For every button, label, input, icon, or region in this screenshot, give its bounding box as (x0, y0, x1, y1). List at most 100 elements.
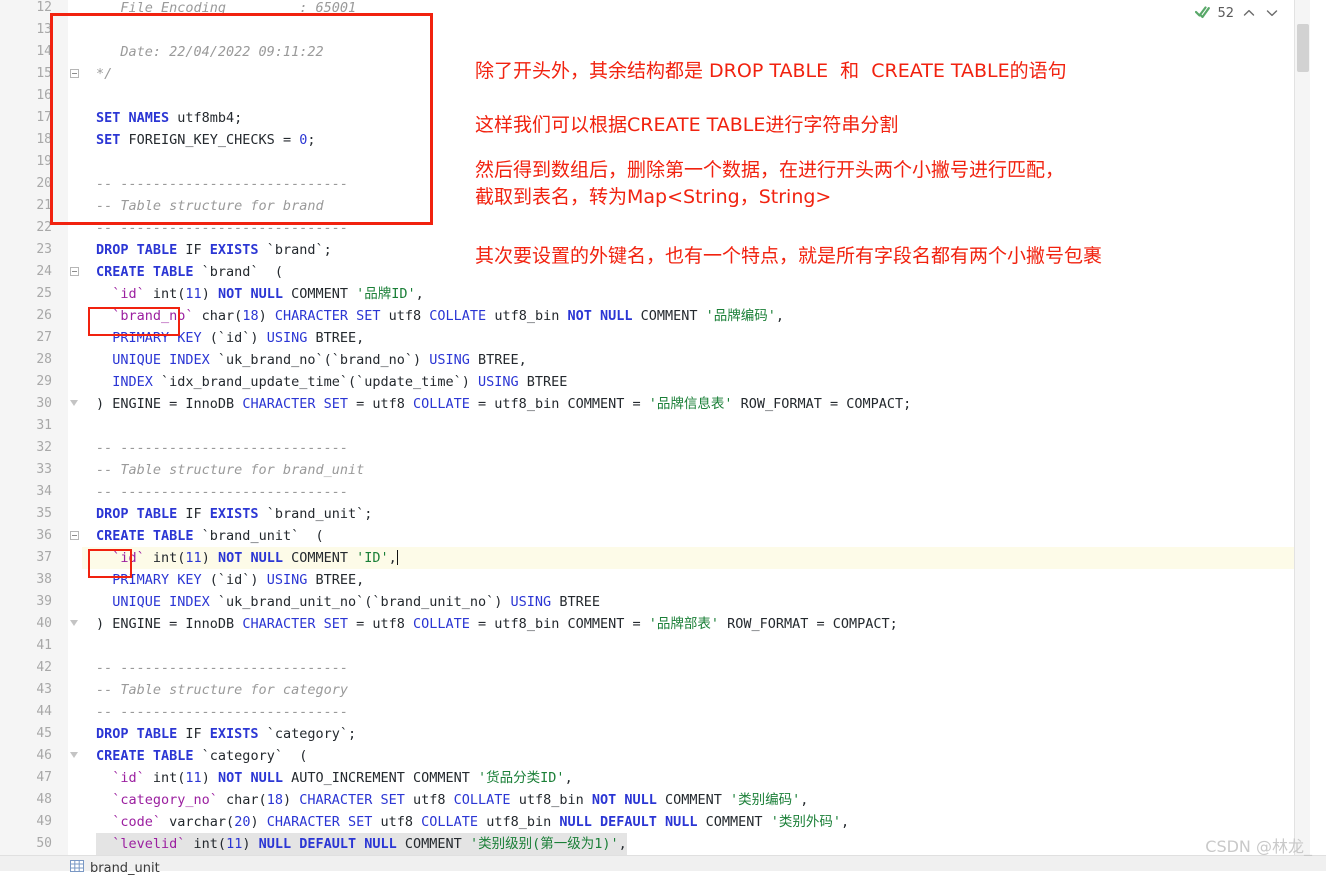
code-token: CREATE TABLE (96, 264, 202, 280)
line-number: 12 (36, 0, 52, 15)
code-token: `category_no` (96, 792, 227, 808)
code-token: USING (266, 330, 316, 346)
code-line[interactable]: UNIQUE INDEX `uk_brand_no`(`brand_no`) U… (82, 349, 1310, 371)
code-line[interactable]: File Encoding : 65001 (82, 0, 1310, 19)
code-line[interactable]: -- ---------------------------- (82, 481, 1310, 503)
code-token: NOT NULL (591, 792, 665, 808)
line-number: 38 (36, 572, 52, 587)
code-token: DROP TABLE (96, 242, 186, 258)
code-token: , (618, 836, 627, 852)
code-line[interactable]: PRIMARY KEY (`id`) USING BTREE, (82, 569, 1310, 591)
code-line[interactable]: -- ---------------------------- (82, 217, 1310, 239)
code-token: char( (201, 308, 243, 324)
code-line[interactable] (82, 635, 1310, 657)
code-line[interactable]: DROP TABLE IF EXISTS `category`; (82, 723, 1310, 745)
breadcrumb-label: brand_unit (90, 860, 160, 876)
code-fold-toggle[interactable] (70, 531, 79, 540)
line-number: 29 (36, 374, 52, 389)
code-fold-toggle[interactable] (70, 69, 79, 78)
code-line[interactable]: INDEX `idx_brand_update_time`(`update_ti… (82, 371, 1310, 393)
code-token: SET NAMES (96, 110, 178, 126)
line-number: 21 (36, 198, 52, 213)
code-token: ; (323, 242, 332, 258)
line-number: 35 (36, 506, 52, 521)
code-token: NOT NULL (217, 550, 292, 566)
line-number: 47 (36, 770, 52, 785)
code-token: `category` ( (201, 748, 308, 764)
code-token: COMMENT (705, 814, 771, 830)
code-line[interactable]: `brand_no` char(18) CHARACTER SET utf8 C… (82, 305, 1310, 327)
code-line[interactable]: ) ENGINE = InnoDB CHARACTER SET = utf8 C… (82, 393, 1310, 415)
code-fold-toggle[interactable] (70, 751, 79, 760)
code-line[interactable]: PRIMARY KEY (`id`) USING BTREE, (82, 327, 1310, 349)
table-icon (70, 860, 84, 876)
code-token: `brand_unit`; (266, 506, 373, 522)
breadcrumb[interactable]: brand_unit (70, 860, 160, 876)
code-line[interactable]: `category_no` char(18) CHARACTER SET utf… (82, 789, 1310, 811)
code-token: -- Table structure for category (96, 682, 348, 698)
code-token: IF (185, 242, 210, 258)
line-number: 15 (36, 66, 52, 81)
line-number: 13 (36, 22, 52, 37)
code-token: BTREE, (315, 330, 365, 346)
code-line[interactable]: UNIQUE INDEX `uk_brand_unit_no`(`brand_u… (82, 591, 1310, 613)
line-number: 46 (36, 748, 52, 763)
line-number: 36 (36, 528, 52, 543)
code-line[interactable]: `code` varchar(20) CHARACTER SET utf8 CO… (82, 811, 1310, 833)
code-token: , (840, 814, 850, 830)
code-token: `brand_no` (96, 308, 202, 324)
code-line[interactable]: `id` int(11) NOT NULL COMMENT 'ID', (82, 547, 1310, 569)
code-token: 18 (242, 308, 259, 324)
code-token: ) ENGINE = InnoDB (96, 616, 243, 632)
code-line[interactable]: -- Table structure for brand_unit (82, 459, 1310, 481)
code-token: USING (266, 572, 316, 588)
code-line[interactable]: -- Table structure for category (82, 679, 1310, 701)
code-token: '品牌信息表' (648, 396, 733, 412)
vertical-scrollbar[interactable] (1294, 0, 1310, 856)
code-line[interactable]: -- ---------------------------- (82, 437, 1310, 459)
code-line[interactable]: `levelid` int(11) NULL DEFAULT NULL COMM… (82, 833, 1310, 855)
code-token: CHARACTER SET (242, 616, 357, 632)
inspection-status[interactable]: 52 (1195, 2, 1280, 24)
code-token: = utf8_bin COMMENT = (478, 396, 649, 412)
code-token: UNIQUE INDEX (96, 352, 218, 368)
line-number: 48 (36, 792, 52, 807)
code-token: `brand` (266, 242, 324, 258)
code-fold-toggle[interactable] (70, 619, 79, 628)
code-token: COLLATE (413, 396, 479, 412)
code-line[interactable] (82, 19, 1310, 41)
scrollbar-thumb[interactable] (1297, 24, 1309, 72)
code-line[interactable] (82, 85, 1310, 107)
code-token: (`id`) (209, 572, 267, 588)
chevron-down-icon[interactable] (1264, 5, 1280, 21)
code-token: NOT NULL (567, 308, 641, 324)
code-fold-toggle[interactable] (70, 267, 79, 276)
line-number: 44 (36, 704, 52, 719)
code-token: ) (250, 814, 267, 830)
code-token: COMMENT (404, 836, 470, 852)
code-line[interactable] (82, 415, 1310, 437)
code-token: `id` (96, 286, 153, 302)
code-line[interactable]: `id` int(11) NOT NULL AUTO_INCREMENT COM… (82, 767, 1310, 789)
code-token: AUTO_INCREMENT COMMENT (291, 770, 479, 786)
code-token: ROW_FORMAT = COMPACT; (719, 616, 898, 632)
code-line[interactable]: `id` int(11) NOT NULL COMMENT '品牌ID', (82, 283, 1310, 305)
code-token: USING (429, 352, 479, 368)
code-line[interactable]: CREATE TABLE `brand_unit` ( (82, 525, 1310, 547)
code-line[interactable]: -- ---------------------------- (82, 701, 1310, 723)
chevron-up-icon[interactable] (1241, 5, 1257, 21)
code-line[interactable]: -- ---------------------------- (82, 657, 1310, 679)
code-token: char( (226, 792, 267, 808)
line-number: 39 (36, 594, 52, 609)
code-fold-toggle[interactable] (70, 399, 79, 408)
line-number: 20 (36, 176, 52, 191)
code-token: COMMENT (665, 792, 731, 808)
code-line[interactable]: CREATE TABLE `category` ( (82, 745, 1310, 767)
code-token: NOT NULL (217, 286, 292, 302)
code-line[interactable]: DROP TABLE IF EXISTS `brand_unit`; (82, 503, 1310, 525)
annotation-note-4: 其次要设置的外键名，也有一个特点，就是所有字段名都有两个小撇号包裹 (475, 245, 1103, 267)
code-token: -- ---------------------------- (96, 660, 348, 676)
code-token: , (415, 286, 424, 302)
code-token: , (564, 770, 573, 786)
code-line[interactable]: ) ENGINE = InnoDB CHARACTER SET = utf8 C… (82, 613, 1310, 635)
